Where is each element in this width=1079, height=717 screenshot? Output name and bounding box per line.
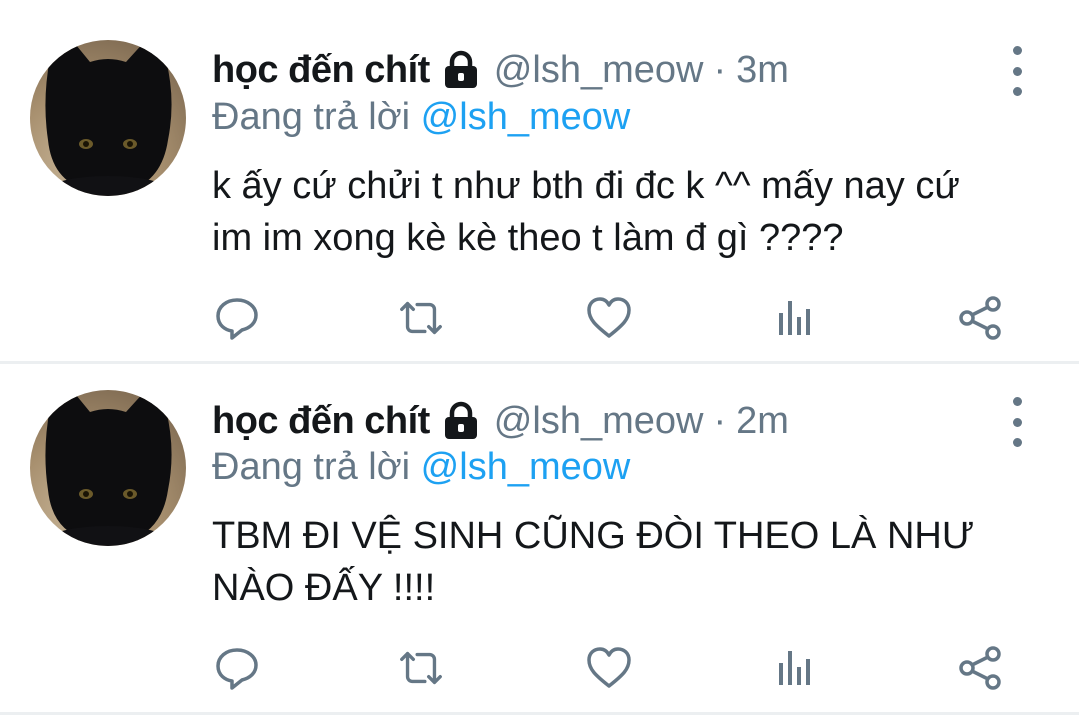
separator: · (713, 48, 727, 91)
more-vertical-icon[interactable] (1007, 46, 1027, 96)
lock-icon (442, 401, 480, 441)
replying-to: Đang trả lời @lsh_meow (212, 96, 630, 139)
reply-icon[interactable] (212, 293, 262, 343)
tweet-text-line: k ấy cứ chửi t như bth đi đc k ^^ mấy na… (212, 165, 960, 207)
avatar[interactable] (30, 40, 186, 196)
handle[interactable]: @lsh_meow (494, 400, 704, 443)
tweet-text-line: NÀO ĐẤY !!!! (212, 567, 436, 609)
avatar[interactable] (30, 390, 186, 546)
share-icon[interactable] (956, 643, 1006, 693)
timestamp[interactable]: 3m (736, 49, 789, 92)
action-bar (212, 293, 1012, 343)
share-icon[interactable] (956, 293, 1006, 343)
replying-prefix: Đang trả lời (212, 96, 411, 138)
tweet-header: học đến chít @lsh_meow · 3m (212, 40, 789, 100)
tweet-text-line: TBM ĐI VỆ SINH CŨNG ĐÒI THEO LÀ NHƯ (212, 515, 975, 557)
display-name[interactable]: học đến chít (212, 400, 430, 443)
tweet-feed: học đến chít @lsh_meow · 3m Đang trả lời… (0, 0, 1079, 717)
retweet-icon[interactable] (396, 643, 446, 693)
action-bar (212, 643, 1012, 693)
tweet[interactable]: học đến chít @lsh_meow · 3m Đang trả lời… (0, 0, 1079, 362)
tweet-text-line: im im xong kè kè theo t làm đ gì ???? (212, 217, 844, 259)
tweet-text: TBM ĐI VỆ SINH CŨNG ĐÒI THEO LÀ NHƯ NÀO … (212, 510, 1042, 614)
tweet-divider (0, 712, 1079, 715)
separator: · (713, 399, 727, 442)
lock-icon (442, 50, 480, 90)
cat-avatar-image (45, 40, 172, 196)
replying-to: Đang trả lời @lsh_meow (212, 446, 630, 489)
analytics-icon[interactable] (770, 643, 820, 693)
tweet[interactable]: học đến chít @lsh_meow · 2m Đang trả lời… (0, 364, 1079, 714)
like-icon[interactable] (584, 293, 634, 343)
tweet-header: học đến chít @lsh_meow · 2m (212, 391, 789, 451)
timestamp[interactable]: 2m (736, 400, 789, 443)
handle[interactable]: @lsh_meow (494, 49, 704, 92)
tweet-text: k ấy cứ chửi t như bth đi đc k ^^ mấy na… (212, 160, 1042, 264)
more-vertical-icon[interactable] (1007, 397, 1027, 447)
display-name[interactable]: học đến chít (212, 49, 430, 92)
retweet-icon[interactable] (396, 293, 446, 343)
analytics-icon[interactable] (770, 293, 820, 343)
replying-prefix: Đang trả lời (212, 446, 411, 488)
reply-icon[interactable] (212, 643, 262, 693)
like-icon[interactable] (584, 643, 634, 693)
mention-link[interactable]: @lsh_meow (421, 446, 631, 488)
mention-link[interactable]: @lsh_meow (421, 96, 631, 138)
cat-avatar-image (45, 390, 172, 546)
